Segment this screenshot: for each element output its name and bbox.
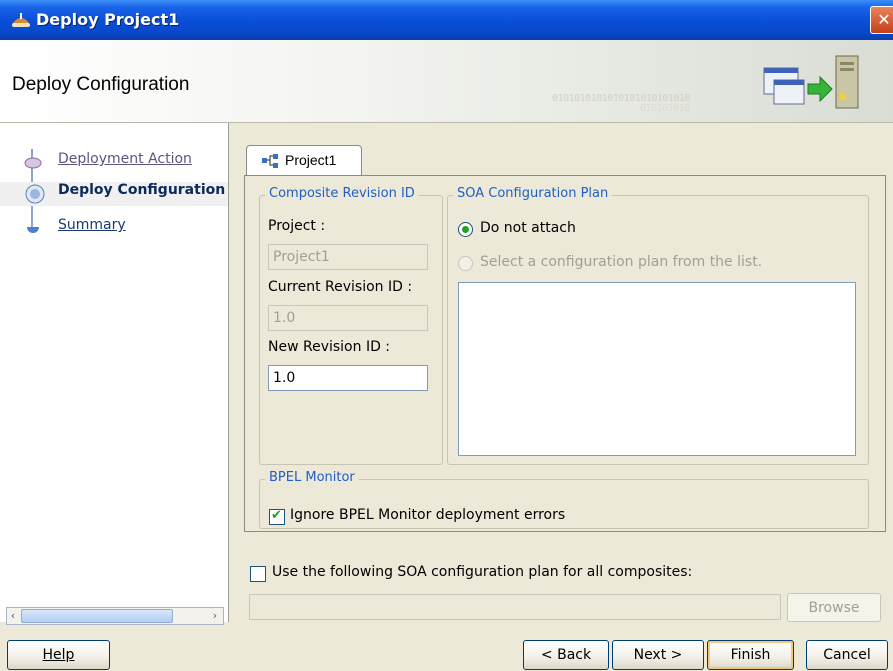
step-pending-icon <box>27 227 39 233</box>
header-banner: 0101010101010101010101010 010101010 Depl… <box>0 40 893 123</box>
help-button[interactable]: Help <box>7 640 110 670</box>
deploy-dialog: Deploy Project1 ✕ 0101010101010101010101… <box>0 0 893 671</box>
tab-label: Project1 <box>285 152 337 168</box>
composite-icon <box>262 154 278 168</box>
scrollbar-thumb[interactable] <box>21 609 173 623</box>
deploy-illustration-icon <box>763 55 859 109</box>
steps-horizontal-scrollbar[interactable]: ‹ › <box>6 607 224 625</box>
back-button[interactable]: < Back <box>523 640 609 670</box>
revision-legend: Composite Revision ID <box>265 186 419 201</box>
step-deploy-configuration: Deploy Configuration <box>0 182 228 206</box>
step-current-icon <box>25 184 45 204</box>
next-button[interactable]: Next > <box>612 640 704 670</box>
scroll-right-icon[interactable]: › <box>209 608 221 624</box>
do-not-attach-radio[interactable] <box>458 222 473 237</box>
ignore-bpel-errors-checkbox[interactable] <box>269 508 285 525</box>
step-deployment-action[interactable]: Deployment Action <box>16 151 216 173</box>
ignore-bpel-errors-label[interactable]: Ignore BPEL Monitor deployment errors <box>290 507 565 523</box>
step-label: Summary <box>58 217 126 233</box>
bpel-monitor-legend: BPEL Monitor <box>265 470 359 485</box>
use-plan-all-composites-checkbox[interactable] <box>250 566 266 582</box>
scroll-left-icon[interactable]: ‹ <box>7 608 19 624</box>
window-title: Deploy Project1 <box>36 10 180 29</box>
select-plan-radio <box>458 256 473 271</box>
config-plan-legend: SOA Configuration Plan <box>453 186 613 201</box>
step-summary[interactable]: Summary <box>16 217 216 239</box>
do-not-attach-label[interactable]: Do not attach <box>480 220 576 236</box>
cancel-button[interactable]: Cancel <box>806 640 888 670</box>
help-button-label: Help <box>42 647 75 663</box>
config-plan-path-field <box>249 594 781 620</box>
new-revision-input[interactable]: 1.0 <box>268 365 428 391</box>
step-label: Deploy Configuration <box>58 182 226 198</box>
current-revision-label: Current Revision ID : <box>268 279 413 295</box>
banner-binary-decoration-2: 010101010 <box>640 103 690 114</box>
tab-project1[interactable]: Project1 <box>246 145 362 176</box>
browse-button: Browse <box>787 593 881 622</box>
jdeveloper-icon <box>12 13 30 27</box>
project-field: Project1 <box>268 244 428 270</box>
select-plan-label: Select a configuration plan from the lis… <box>480 254 763 270</box>
title-bar[interactable]: Deploy Project1 ✕ <box>0 0 893 40</box>
config-plan-list[interactable] <box>458 282 856 456</box>
tab-panel: Composite Revision ID Project : Project1… <box>244 175 886 532</box>
step-visited-icon <box>24 157 42 169</box>
project-label: Project : <box>268 218 326 234</box>
close-button[interactable]: ✕ <box>870 6 893 34</box>
finish-button[interactable]: Finish <box>707 640 794 670</box>
wizard-steps-panel: Deployment Action Deploy Configuration S… <box>0 123 229 625</box>
current-revision-field: 1.0 <box>268 305 428 331</box>
use-plan-all-composites-label[interactable]: Use the following SOA configuration plan… <box>272 564 692 580</box>
step-label: Deployment Action <box>58 151 192 167</box>
page-title: Deploy Configuration <box>12 74 190 95</box>
new-revision-label: New Revision ID : <box>268 339 391 355</box>
